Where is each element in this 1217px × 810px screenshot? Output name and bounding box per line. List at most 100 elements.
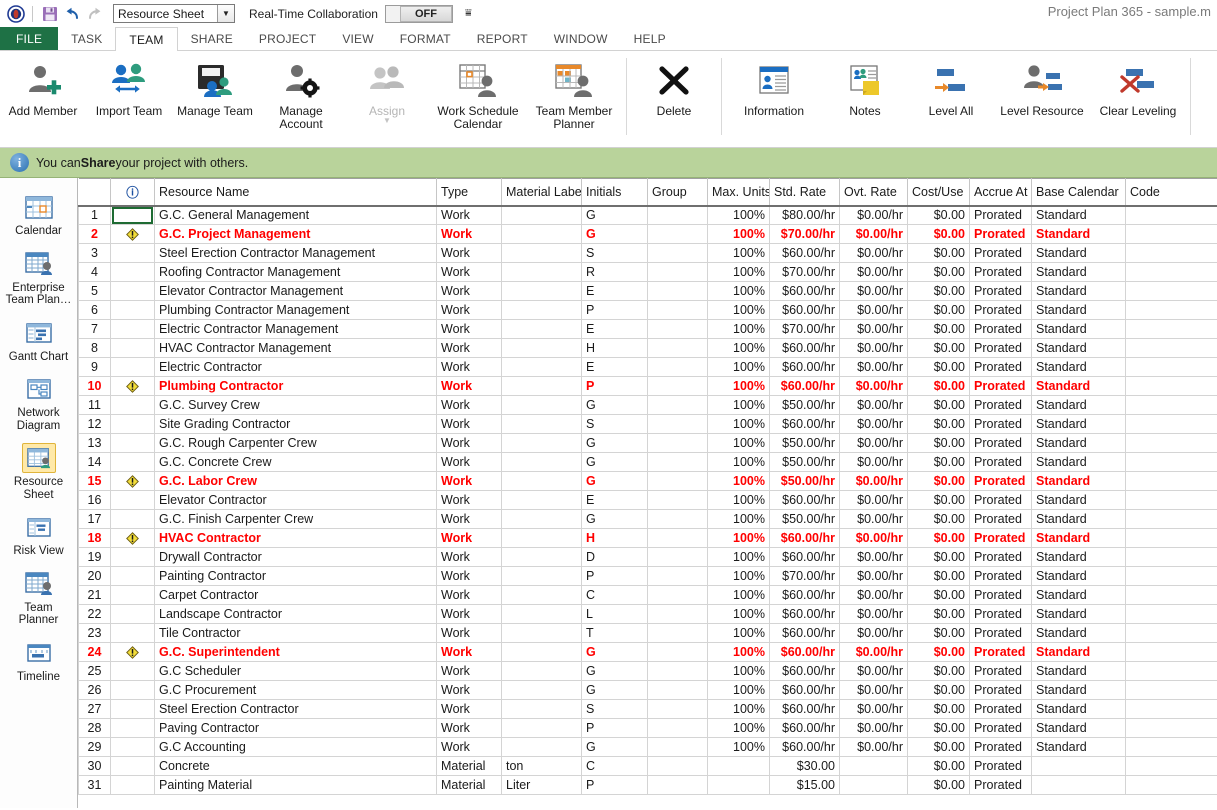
cell-indicator[interactable] <box>111 719 155 738</box>
cell-ovt-rate[interactable] <box>840 757 908 776</box>
cell-indicator[interactable] <box>111 415 155 434</box>
cell-name[interactable]: Roofing Contractor Management <box>155 263 437 282</box>
cell-max-units[interactable]: 100% <box>708 320 770 339</box>
cell-name[interactable]: G.C. General Management <box>155 206 437 225</box>
cell-code[interactable] <box>1126 510 1217 529</box>
col-header-cost-use[interactable]: Cost/Use <box>908 179 970 206</box>
cell-ovt-rate[interactable]: $0.00/hr <box>840 320 908 339</box>
collaboration-toggle[interactable]: OFF <box>385 5 453 23</box>
cell-code[interactable] <box>1126 491 1217 510</box>
cell-cost-use[interactable]: $0.00 <box>908 377 970 396</box>
cell-material-label[interactable] <box>502 738 582 757</box>
cell-initials[interactable]: T <box>582 624 648 643</box>
cell-accrue-at[interactable]: Prorated <box>970 757 1032 776</box>
cell-ovt-rate[interactable]: $0.00/hr <box>840 415 908 434</box>
assign-button[interactable]: Assign ▼ <box>344 54 430 124</box>
cell-type[interactable]: Work <box>437 605 502 624</box>
cell-indicator[interactable] <box>111 301 155 320</box>
cell-max-units[interactable]: 100% <box>708 377 770 396</box>
sidebar-item-timeline[interactable]: Timeline <box>0 632 77 689</box>
row-number[interactable]: 26 <box>79 681 111 700</box>
sidebar-item-network-diagram[interactable]: Network Diagram <box>0 368 77 437</box>
cell-base-calendar[interactable]: Standard <box>1032 396 1126 415</box>
cell-name[interactable]: Paving Contractor <box>155 719 437 738</box>
cell-group[interactable] <box>648 605 708 624</box>
cell-initials[interactable]: H <box>582 529 648 548</box>
cell-accrue-at[interactable]: Prorated <box>970 624 1032 643</box>
cell-code[interactable] <box>1126 586 1217 605</box>
cell-std-rate[interactable]: $70.00/hr <box>770 567 840 586</box>
cell-ovt-rate[interactable]: $0.00/hr <box>840 586 908 605</box>
customize-quick-access-icon[interactable]: ⩸ <box>465 7 472 20</box>
cell-cost-use[interactable]: $0.00 <box>908 700 970 719</box>
cell-base-calendar[interactable]: Standard <box>1032 719 1126 738</box>
cell-accrue-at[interactable]: Prorated <box>970 548 1032 567</box>
table-row[interactable]: 31Painting MaterialMaterialLiterP$15.00$… <box>79 776 1217 795</box>
row-number[interactable]: 15 <box>79 472 111 491</box>
cell-type[interactable]: Work <box>437 377 502 396</box>
cell-material-label[interactable]: ton <box>502 757 582 776</box>
table-row[interactable]: 25G.C SchedulerWorkG100%$60.00/hr$0.00/h… <box>79 662 1217 681</box>
cell-group[interactable] <box>648 301 708 320</box>
cell-accrue-at[interactable]: Prorated <box>970 282 1032 301</box>
table-row[interactable]: 26G.C ProcurementWorkG100%$60.00/hr$0.00… <box>79 681 1217 700</box>
cell-std-rate[interactable]: $60.00/hr <box>770 244 840 263</box>
cell-initials[interactable]: P <box>582 719 648 738</box>
cell-std-rate[interactable]: $60.00/hr <box>770 415 840 434</box>
redo-icon[interactable] <box>83 3 105 25</box>
table-row[interactable]: 9Electric ContractorWorkE100%$60.00/hr$0… <box>79 358 1217 377</box>
import-team-button[interactable]: Import Team <box>86 54 172 118</box>
table-row[interactable]: 6Plumbing Contractor ManagementWorkP100%… <box>79 301 1217 320</box>
cell-accrue-at[interactable]: Prorated <box>970 301 1032 320</box>
cell-cost-use[interactable]: $0.00 <box>908 282 970 301</box>
cell-type[interactable]: Work <box>437 491 502 510</box>
cell-std-rate[interactable]: $60.00/hr <box>770 282 840 301</box>
cell-type[interactable]: Work <box>437 282 502 301</box>
table-row[interactable]: 5Elevator Contractor ManagementWorkE100%… <box>79 282 1217 301</box>
cell-indicator[interactable] <box>111 263 155 282</box>
cell-base-calendar[interactable]: Standard <box>1032 738 1126 757</box>
sidebar-item-team-planner[interactable]: Team Planner <box>0 563 77 632</box>
row-number[interactable]: 3 <box>79 244 111 263</box>
cell-indicator[interactable] <box>111 434 155 453</box>
cell-max-units[interactable]: 100% <box>708 225 770 244</box>
cell-type[interactable]: Work <box>437 339 502 358</box>
cell-name[interactable]: Plumbing Contractor Management <box>155 301 437 320</box>
cell-cost-use[interactable]: $0.00 <box>908 472 970 491</box>
row-number[interactable]: 28 <box>79 719 111 738</box>
col-header-accrue-at[interactable]: Accrue At <box>970 179 1032 206</box>
cell-std-rate[interactable]: $70.00/hr <box>770 225 840 244</box>
cell-cost-use[interactable]: $0.00 <box>908 434 970 453</box>
tab-view[interactable]: VIEW <box>329 27 386 50</box>
cell-ovt-rate[interactable]: $0.00/hr <box>840 206 908 225</box>
cell-base-calendar[interactable] <box>1032 776 1126 795</box>
table-row[interactable]: 28Paving ContractorWorkP100%$60.00/hr$0.… <box>79 719 1217 738</box>
cell-initials[interactable]: P <box>582 301 648 320</box>
table-row[interactable]: 23Tile ContractorWorkT100%$60.00/hr$0.00… <box>79 624 1217 643</box>
cell-cost-use[interactable]: $0.00 <box>908 719 970 738</box>
tab-project[interactable]: PROJECT <box>246 27 329 50</box>
cell-std-rate[interactable]: $60.00/hr <box>770 339 840 358</box>
cell-cost-use[interactable]: $0.00 <box>908 510 970 529</box>
cell-initials[interactable]: D <box>582 548 648 567</box>
cell-name[interactable]: Plumbing Contractor <box>155 377 437 396</box>
cell-name[interactable]: G.C. Superintendent <box>155 643 437 662</box>
cell-base-calendar[interactable]: Standard <box>1032 301 1126 320</box>
cell-max-units[interactable]: 100% <box>708 472 770 491</box>
cell-name[interactable]: G.C. Concrete Crew <box>155 453 437 472</box>
cell-initials[interactable]: G <box>582 396 648 415</box>
table-row[interactable]: 22Landscape ContractorWorkL100%$60.00/hr… <box>79 605 1217 624</box>
cell-name[interactable]: Elevator Contractor <box>155 491 437 510</box>
cell-code[interactable] <box>1126 605 1217 624</box>
table-row[interactable]: 30ConcreteMaterialtonC$30.00$0.00Prorate… <box>79 757 1217 776</box>
col-header-indicators[interactable]: ⓘ <box>111 179 155 206</box>
cell-type[interactable]: Work <box>437 738 502 757</box>
cell-accrue-at[interactable]: Prorated <box>970 776 1032 795</box>
cell-base-calendar[interactable]: Standard <box>1032 567 1126 586</box>
cell-max-units[interactable]: 100% <box>708 301 770 320</box>
cell-name[interactable]: Carpet Contractor <box>155 586 437 605</box>
cell-std-rate[interactable]: $80.00/hr <box>770 206 840 225</box>
cell-code[interactable] <box>1126 719 1217 738</box>
cell-accrue-at[interactable]: Prorated <box>970 472 1032 491</box>
col-header-material-label[interactable]: Material Label <box>502 179 582 206</box>
